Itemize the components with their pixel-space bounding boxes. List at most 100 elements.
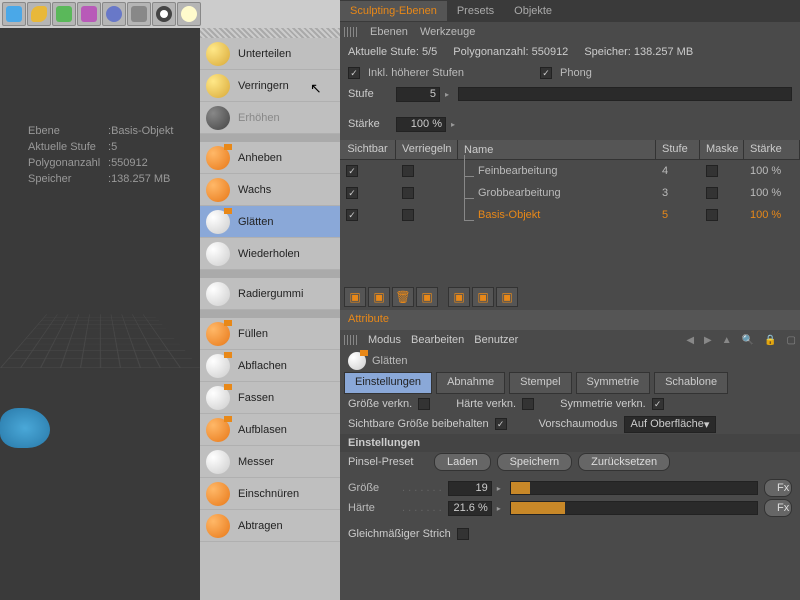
tool-fuellen[interactable]: Füllen (200, 318, 340, 350)
tool-fassen[interactable]: Fassen (200, 382, 340, 414)
attribute-header: Attribute (340, 310, 800, 330)
right-panel: Sculpting-Ebenen Presets Objekte Ebenen … (340, 0, 800, 600)
tab-objekte[interactable]: Objekte (504, 1, 562, 21)
hud-ebene-value: Basis-Objekt (111, 123, 173, 139)
tool-abflachen[interactable]: Abflachen (200, 350, 340, 382)
nav-back-icon[interactable]: ◀ (686, 335, 694, 346)
subtab-werkzeuge[interactable]: Werkzeuge (420, 26, 475, 38)
layer-lock-check[interactable] (402, 209, 414, 221)
cube-tool[interactable] (2, 2, 26, 26)
tool-abtragen[interactable]: Abtragen (200, 510, 340, 542)
layer-lock-check[interactable] (402, 165, 414, 177)
staerke-input[interactable]: 100 % (396, 117, 446, 132)
layer-mask-check[interactable] (706, 165, 718, 177)
increase-icon (206, 106, 230, 130)
layer-row[interactable]: ✓ Basis-Objekt 5 100 % (340, 204, 800, 226)
add-folder-button[interactable]: ▣ (368, 287, 390, 307)
col-verriegeln[interactable]: Verriegeln (396, 140, 458, 159)
col-staerke[interactable]: Stärke (744, 140, 800, 159)
grab-icon (206, 386, 230, 410)
groesse-slider[interactable] (510, 481, 758, 495)
hud-poly-value: 550912 (111, 155, 148, 171)
check-symmetrie-verkn[interactable]: ✓ (652, 398, 664, 410)
col-sichtbar[interactable]: Sichtbar (340, 140, 396, 159)
check-groesse-verkn[interactable] (418, 398, 430, 410)
tool-anheben[interactable]: Anheben (200, 142, 340, 174)
tool-glaetten[interactable]: Glätten (200, 206, 340, 238)
field-tool[interactable] (52, 2, 76, 26)
haerte-input[interactable]: 21.6 % (448, 501, 492, 516)
layer-mask-check[interactable] (706, 209, 718, 221)
field-icon (56, 6, 72, 22)
grip-icon[interactable] (344, 27, 358, 37)
palette-handle[interactable] (200, 28, 340, 38)
attr-bearbeiten[interactable]: Bearbeiten (411, 334, 464, 346)
check-gleichmaessiger-strich[interactable] (457, 528, 469, 540)
camera-tool[interactable] (127, 2, 151, 26)
search-icon[interactable]: 🔍 (742, 335, 754, 346)
hud-stufe-value: 5 (111, 139, 117, 155)
groesse-input[interactable]: 19 (448, 481, 492, 496)
dock-icon[interactable]: ▢ (787, 335, 796, 346)
layer-action-button[interactable]: ▣ (472, 287, 494, 307)
tab-schablone[interactable]: Schablone (654, 372, 728, 394)
tool-verringern[interactable]: Verringern (200, 70, 340, 102)
attr-benutzer[interactable]: Benutzer (474, 334, 518, 346)
vorschaumodus-combo[interactable]: Auf Oberfläche▾ (624, 416, 717, 433)
render-tool[interactable] (152, 2, 176, 26)
grip-icon[interactable] (344, 335, 358, 345)
tab-abnahme[interactable]: Abnahme (436, 372, 505, 394)
tool-einschnueren[interactable]: Einschnüren (200, 478, 340, 510)
speichern-button[interactable]: Speichern (497, 453, 573, 471)
zuruecksetzen-button[interactable]: Zurücksetzen (578, 453, 670, 471)
tab-einstellungen[interactable]: Einstellungen (344, 372, 432, 394)
tab-sculpting-ebenen[interactable]: Sculpting-Ebenen (340, 1, 447, 21)
tool-wachs[interactable]: Wachs (200, 174, 340, 206)
layer-mask-check[interactable] (706, 187, 718, 199)
check-haerte-verkn[interactable] (522, 398, 534, 410)
tool-radiergummi[interactable]: Radiergummi (200, 278, 340, 310)
col-stufe[interactable]: Stufe (656, 140, 700, 159)
viewport[interactable]: Ebene: Basis-Objekt Aktuelle Stufe: 5 Po… (0, 28, 200, 600)
lock-icon[interactable]: 🔒 (764, 335, 776, 346)
layer-visible-check[interactable]: ✓ (346, 209, 358, 221)
delete-layer-button[interactable]: 🗑 (392, 287, 414, 307)
tool-messer[interactable]: Messer (200, 446, 340, 478)
check-inkl-hoeherer[interactable]: ✓ (348, 67, 360, 79)
attribute-tabs: Einstellungen Abnahme Stempel Symmetrie … (340, 372, 800, 394)
layer-visible-check[interactable]: ✓ (346, 187, 358, 199)
layer-action-button[interactable]: ▣ (416, 287, 438, 307)
tool-aufblasen[interactable]: Aufblasen (200, 414, 340, 446)
spline-tool[interactable] (27, 2, 51, 26)
layer-lock-check[interactable] (402, 187, 414, 199)
laden-button[interactable]: Laden (434, 453, 491, 471)
knife-icon (206, 450, 230, 474)
main-toolbar (0, 0, 340, 28)
col-maske[interactable]: Maske (700, 140, 744, 159)
haerte-fx-button[interactable]: Fx (764, 499, 792, 517)
haerte-slider[interactable] (510, 501, 758, 515)
tool-erhoehen[interactable]: Erhöhen (200, 102, 340, 134)
layer-action-button[interactable]: ▣ (448, 287, 470, 307)
tab-symmetrie[interactable]: Symmetrie (576, 372, 651, 394)
light-tool[interactable] (177, 2, 201, 26)
environment-tool[interactable] (102, 2, 126, 26)
groesse-fx-button[interactable]: Fx (764, 479, 792, 497)
nav-fwd-icon[interactable]: ▶ (704, 335, 712, 346)
attr-modus[interactable]: Modus (368, 334, 401, 346)
tool-wiederholen[interactable]: Wiederholen (200, 238, 340, 270)
hud-poly-label: Polygonanzahl (28, 155, 108, 171)
check-phong[interactable]: ✓ (540, 67, 552, 79)
stufe-input[interactable]: 5 (396, 87, 440, 102)
subtab-ebenen[interactable]: Ebenen (370, 26, 408, 38)
layer-action-button[interactable]: ▣ (496, 287, 518, 307)
add-layer-button[interactable]: ▣ (344, 287, 366, 307)
check-sichtbare-groesse[interactable]: ✓ (495, 418, 507, 430)
tab-stempel[interactable]: Stempel (509, 372, 571, 394)
tool-unterteilen[interactable]: Unterteilen (200, 38, 340, 70)
layer-visible-check[interactable]: ✓ (346, 165, 358, 177)
deformer-tool[interactable] (77, 2, 101, 26)
nav-up-icon[interactable]: ▲ (722, 335, 732, 346)
stufe-slider[interactable] (458, 87, 792, 101)
tab-presets[interactable]: Presets (447, 1, 504, 21)
